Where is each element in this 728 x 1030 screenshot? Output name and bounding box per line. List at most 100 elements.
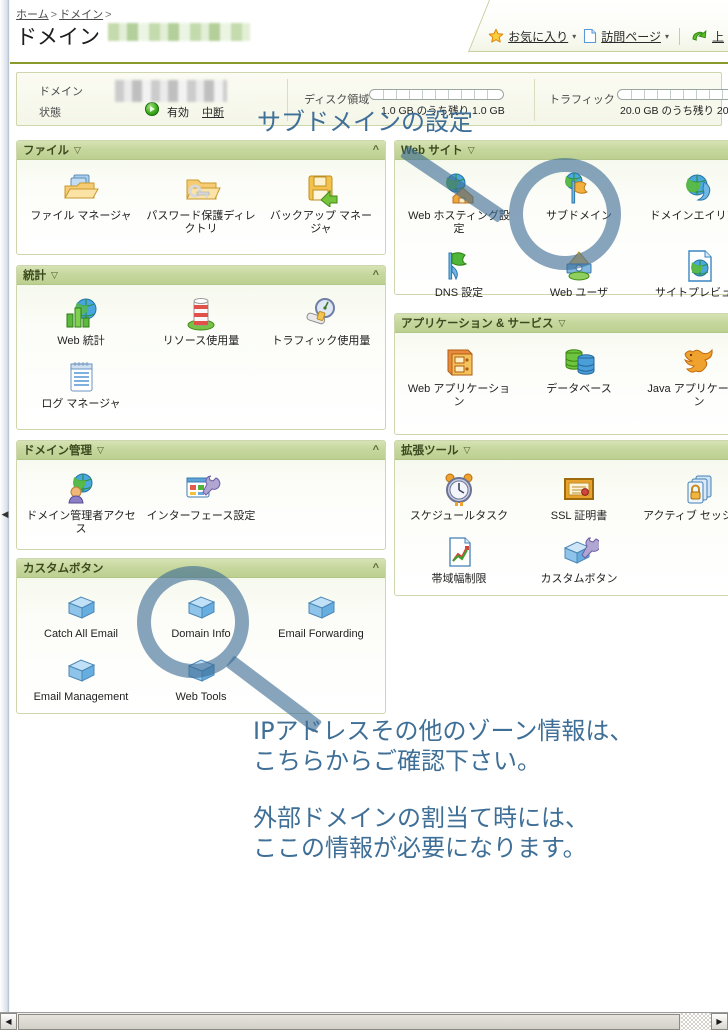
- scroll-right-button[interactable]: ▶: [711, 1013, 728, 1030]
- up-arrow-icon: [690, 28, 708, 44]
- panel-website-header[interactable]: Web サイト ▽: [395, 141, 728, 160]
- collapse-icon[interactable]: ^: [373, 562, 379, 574]
- domain-admin-access-icon: [61, 471, 101, 507]
- tile-label: パスワード保護ディレクトリ: [146, 210, 256, 236]
- scrollbar-thumb[interactable]: [18, 1013, 680, 1030]
- scroll-left-button[interactable]: ◀: [0, 1013, 17, 1030]
- up-level-button[interactable]: 上: [690, 28, 724, 45]
- panel-custom-buttons-header[interactable]: カスタムボタン ^: [17, 559, 385, 578]
- tile-protected-directory[interactable]: パスワード保護ディレクトリ: [141, 167, 261, 244]
- file-manager-icon: [61, 171, 101, 207]
- chevron-down-icon[interactable]: ▾: [665, 32, 669, 41]
- tile-web-user[interactable]: Web ユーザ: [519, 244, 639, 307]
- page-header: お気に入り ▾ 訪問ページ ▾ 上 ホーム > ドメイン > ドメイン: [10, 0, 728, 64]
- tile-label: トラフィック使用量: [271, 335, 371, 347]
- tile-domain-admin-access[interactable]: ドメイン管理者アクセス: [21, 467, 141, 544]
- panel-applications-header[interactable]: アプリケーション & サービス ▽: [395, 314, 728, 333]
- log-manager-icon: [61, 359, 101, 395]
- java-application-icon: [679, 344, 719, 380]
- traffic-bar: [617, 89, 728, 100]
- dropdown-triangle-icon[interactable]: ▽: [74, 145, 81, 156]
- sidebar-collapse-handle[interactable]: ◀: [1, 503, 9, 525]
- tile-label: Domain Info: [171, 628, 231, 640]
- tile-ssl-certificate[interactable]: SSL 証明書: [519, 467, 639, 530]
- breadcrumb-domain[interactable]: ドメイン: [59, 9, 103, 21]
- tile-label: 帯域幅制限: [431, 573, 487, 586]
- tile-email-forwarding[interactable]: Email Forwarding: [261, 585, 381, 648]
- page-title: ドメイン: [16, 21, 250, 51]
- tile-web-hosting-settings[interactable]: Web ホスティング設定: [399, 167, 519, 244]
- tile-java-application[interactable]: Java アプリケーション: [639, 340, 728, 417]
- tile-traffic-usage[interactable]: トラフィック使用量: [261, 292, 381, 355]
- custom-button-icon: [61, 652, 101, 688]
- tile-label: Web 統計: [57, 335, 105, 347]
- tile-email-management[interactable]: Email Management: [21, 648, 141, 711]
- database-icon: [559, 344, 599, 380]
- dropdown-triangle-icon[interactable]: ▽: [97, 445, 104, 456]
- visited-pages-button[interactable]: 訪問ページ ▾: [583, 28, 669, 45]
- dropdown-triangle-icon[interactable]: ▽: [558, 318, 565, 329]
- panel-website-body: Web ホスティング設定 サブドメイン ドメインエイリ DNS 設定 Web ユ…: [395, 160, 728, 313]
- tile-dns-settings[interactable]: DNS 設定: [399, 244, 519, 307]
- redacted-domain-name: [108, 23, 250, 41]
- panel-custom-buttons: カスタムボタン ^ Catch All Email Domain Info Em…: [16, 558, 386, 714]
- tile-database[interactable]: データベース: [519, 340, 639, 417]
- scrollbar-trough[interactable]: [681, 1013, 711, 1030]
- dropdown-triangle-icon[interactable]: ▽: [51, 270, 58, 281]
- browser-viewport: ◀ お気に入り ▾ 訪問ページ ▾ 上 ホーム > ドメイン > ドメイン ドメ…: [0, 0, 728, 1030]
- panel-files-header[interactable]: ファイル ▽ ^: [17, 141, 385, 160]
- disk-space-label: ディスク領域: [304, 94, 370, 106]
- tile-label: カスタムボタン: [540, 573, 618, 586]
- disk-space-caption: 1.0 GB のうち残り 1.0 GB: [381, 105, 505, 117]
- tile-log-manager[interactable]: ログ マネージャ: [21, 355, 141, 418]
- tile-label: Web アプリケーション: [407, 383, 511, 409]
- custom-button-icon: [181, 652, 221, 688]
- panel-statistics: 統計 ▽ ^ Web 統計 リソース使用量 トラフィック使用量 ログ マネージャ: [16, 265, 386, 430]
- panel-extended-tools: 拡張ツール ▽ スケジュールタスク SSL 証明書 アクティブ セッシ 帯域幅制…: [394, 440, 728, 596]
- tile-label: ログ マネージャ: [41, 398, 121, 411]
- tile-interface-settings[interactable]: インターフェース設定: [141, 467, 261, 544]
- panel-statistics-body: Web 統計 リソース使用量 トラフィック使用量 ログ マネージャ: [17, 285, 385, 425]
- tile-site-preview[interactable]: サイトプレビュー: [639, 244, 728, 307]
- panel-files-body: ファイル マネージャ パスワード保護ディレクトリ バックアップ マネージャ: [17, 160, 385, 250]
- tile-label: サブドメイン: [545, 210, 612, 222]
- panel-statistics-title: 統計: [23, 270, 46, 282]
- tile-web-tools[interactable]: Web Tools: [141, 648, 261, 711]
- tile-label: スケジュールタスク: [409, 510, 509, 522]
- tile-scheduled-task[interactable]: スケジュールタスク: [399, 467, 519, 530]
- dropdown-triangle-icon[interactable]: ▽: [468, 145, 475, 156]
- tile-bandwidth-limit[interactable]: 帯域幅制限: [399, 530, 519, 593]
- favorites-button[interactable]: お気に入り ▾: [488, 28, 576, 45]
- tile-backup-manager[interactable]: バックアップ マネージャ: [261, 167, 381, 244]
- left-collapse-gutter[interactable]: ◀: [0, 0, 9, 1012]
- chevron-down-icon[interactable]: ▾: [572, 32, 576, 41]
- suspend-link[interactable]: 中断: [202, 104, 224, 120]
- tile-file-manager[interactable]: ファイル マネージャ: [21, 167, 141, 244]
- tile-catch-all-email[interactable]: Catch All Email: [21, 585, 141, 648]
- panel-extended-tools-header[interactable]: 拡張ツール ▽: [395, 441, 728, 460]
- horizontal-scrollbar[interactable]: ◀ ▶: [0, 1012, 728, 1030]
- up-level-label: 上: [711, 29, 724, 44]
- breadcrumb-home[interactable]: ホーム: [16, 9, 49, 21]
- toolbar-divider: [678, 27, 680, 45]
- collapse-icon[interactable]: ^: [373, 144, 379, 156]
- tile-active-session[interactable]: アクティブ セッション: [639, 467, 728, 530]
- tile-label: ドメイン管理者アクセス: [26, 510, 136, 536]
- panel-domain-management-title: ドメイン管理: [23, 445, 92, 457]
- tile-subdomain[interactable]: サブドメイン: [519, 167, 639, 244]
- tile-custom-buttons-tool[interactable]: カスタムボタン: [519, 530, 639, 593]
- visited-pages-label: 訪問ページ: [601, 29, 661, 44]
- panel-domain-management-header[interactable]: ドメイン管理 ▽ ^: [17, 441, 385, 460]
- collapse-icon[interactable]: ^: [373, 269, 379, 281]
- panel-statistics-header[interactable]: 統計 ▽ ^: [17, 266, 385, 285]
- collapse-icon[interactable]: ^: [373, 444, 379, 456]
- tile-web-application[interactable]: Web アプリケーション: [399, 340, 519, 417]
- tile-resource-usage[interactable]: リソース使用量: [141, 292, 261, 355]
- dropdown-triangle-icon[interactable]: ▽: [464, 445, 471, 456]
- tile-domain-alias[interactable]: ドメインエイリアス: [639, 167, 728, 244]
- infobar-state-value: 有効: [167, 107, 189, 119]
- tile-web-statistics[interactable]: Web 統計: [21, 292, 141, 355]
- tile-domain-info[interactable]: Domain Info: [141, 585, 261, 648]
- breadcrumb: ホーム > ドメイン >: [16, 6, 114, 22]
- dns-settings-icon: [439, 248, 479, 284]
